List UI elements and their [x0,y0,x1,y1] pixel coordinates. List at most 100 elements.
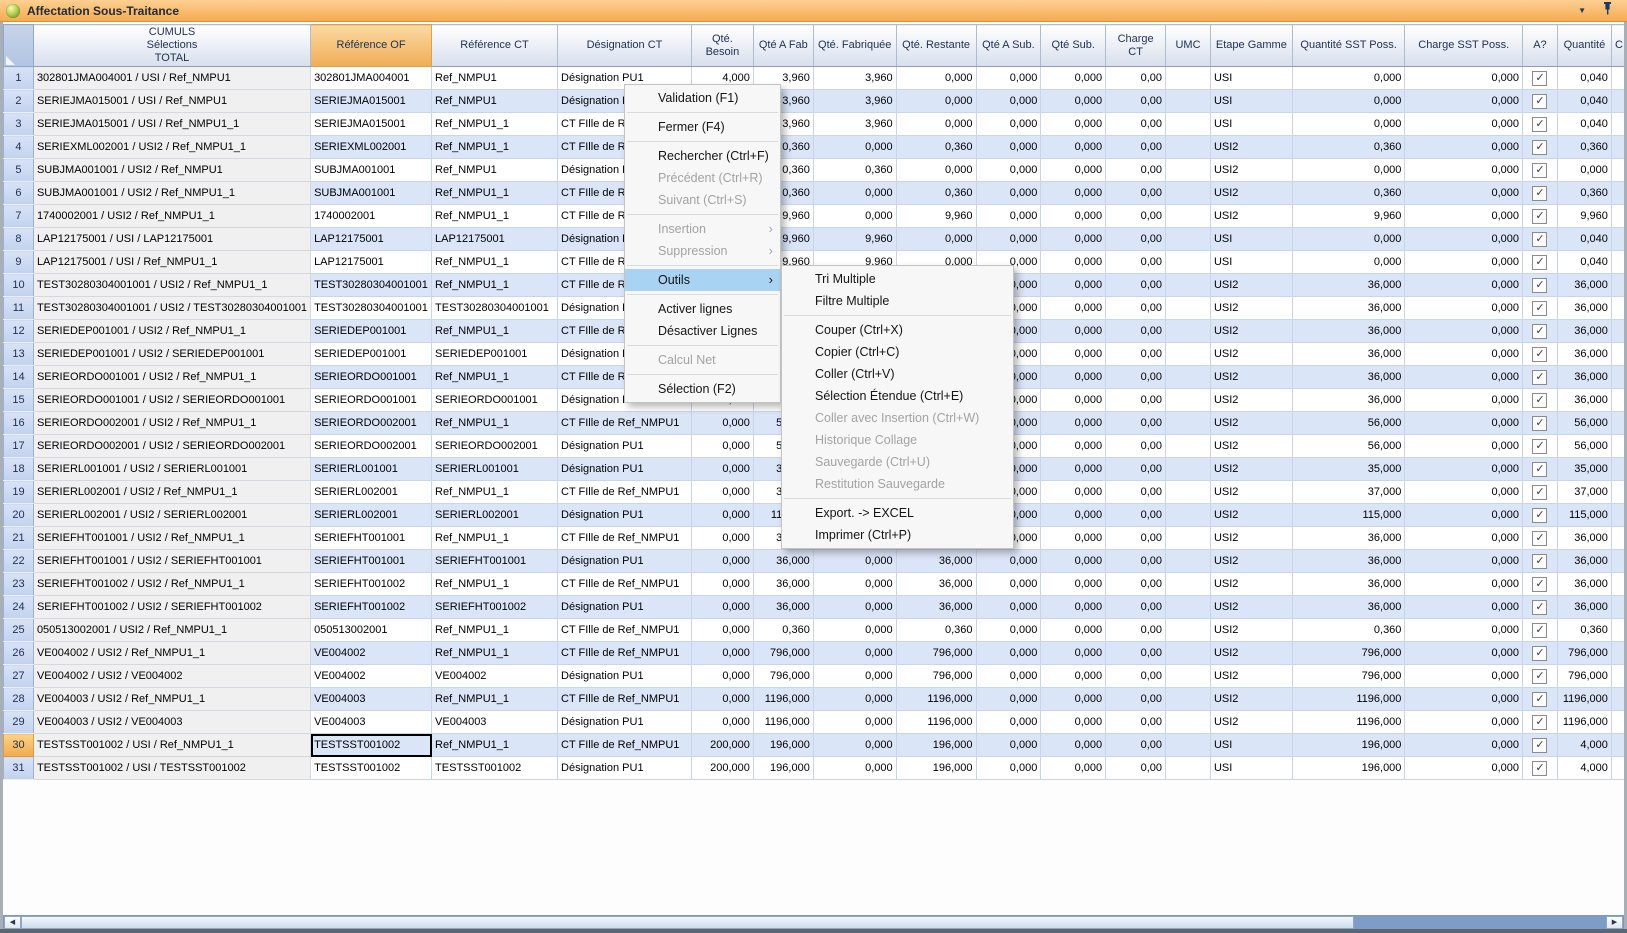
cell-fabriquee[interactable]: 0,000 [813,711,896,734]
cell-num[interactable]: 23 [4,573,34,596]
col-header-ref_of[interactable]: Référence OF [311,25,432,67]
cell-cumuls[interactable]: SUBJMA001001 / USI2 / Ref_NMPU1 [33,159,310,182]
a-checkbox[interactable]: ✓ [1532,232,1547,247]
cell-ref_of[interactable]: VE004002 [311,665,432,688]
cell-umc[interactable] [1166,297,1211,320]
cell-etape[interactable]: USI2 [1210,159,1292,182]
menu-item-couper[interactable]: Couper (Ctrl+X) [782,319,1013,341]
cell-cumuls[interactable]: SERIEFHT001002 / USI2 / Ref_NMPU1_1 [33,573,310,596]
cell-cumuls[interactable]: SERIEJMA015001 / USI / Ref_NMPU1 [33,90,310,113]
cell-restante[interactable]: 0,000 [896,90,976,113]
cell-qte_sst[interactable]: 0,360 [1292,619,1405,642]
cell-fabriquee[interactable]: 3,960 [813,67,896,90]
cell-designation[interactable]: CT FIlle de Ref_NMPU1 [558,481,692,504]
menu-item-activer-lignes[interactable]: Activer lignes [625,298,780,320]
cell-quantite[interactable]: 0,040 [1557,251,1611,274]
cell-a_sub[interactable]: 0,000 [976,228,1041,251]
cell-restante[interactable]: 0,360 [896,182,976,205]
cell-quantite[interactable]: 56,000 [1557,435,1611,458]
cell-ref_ct[interactable]: VE004002 [432,665,558,688]
cell-qte_sst[interactable]: 36,000 [1292,596,1405,619]
cell-charge_ct[interactable]: 0,00 [1106,366,1166,389]
menu-item-filtre-multiple[interactable]: Filtre Multiple [782,290,1013,312]
cell-besoin[interactable]: 0,000 [691,550,753,573]
cell-restante[interactable]: 36,000 [896,573,976,596]
cell-num[interactable]: 21 [4,527,34,550]
cell-cumuls[interactable]: SERIERL002001 / USI2 / SERIERL002001 [33,504,310,527]
cell-cumuls[interactable]: SERIERL001001 / USI2 / SERIERL001001 [33,458,310,481]
cell-qte_sst[interactable]: 36,000 [1292,573,1405,596]
cell-sub[interactable]: 0,000 [1041,274,1106,297]
col-header-etape[interactable]: Etape Gamme [1210,25,1292,67]
cell-cumuls[interactable]: LAP12175001 / USI / Ref_NMPU1_1 [33,251,310,274]
cell-quantite[interactable]: 0,360 [1557,182,1611,205]
cell-qte_sst[interactable]: 0,000 [1292,228,1405,251]
cell-restante[interactable]: 0,360 [896,619,976,642]
cell-designation[interactable]: Désignation PU1 [558,711,692,734]
cell-etape[interactable]: USI2 [1210,389,1292,412]
cell-sub[interactable]: 0,000 [1041,619,1106,642]
cell-a_sub[interactable]: 0,000 [976,205,1041,228]
a-checkbox[interactable]: ✓ [1532,738,1547,753]
cell-ref_ct[interactable]: SERIEFHT001001 [432,550,558,573]
cell-num[interactable]: 13 [4,343,34,366]
cell-ref_of[interactable]: SERIEFHT001001 [311,550,432,573]
cell-quantite[interactable]: 56,000 [1557,412,1611,435]
col-header-a[interactable]: A? [1523,25,1558,67]
cell-num[interactable]: 19 [4,481,34,504]
cell-charge_sst[interactable]: 0,000 [1405,435,1523,458]
cell-cumuls[interactable]: SERIEDEP001001 / USI2 / Ref_NMPU1_1 [33,320,310,343]
cell-num[interactable]: 4 [4,136,34,159]
cell-besoin[interactable]: 0,000 [691,619,753,642]
menu-item-imprimer[interactable]: Imprimer (Ctrl+P) [782,524,1013,546]
cell-ref_of[interactable]: SERIEORDO001001 [311,389,432,412]
a-checkbox[interactable]: ✓ [1532,140,1547,155]
cell-besoin[interactable]: 0,000 [691,435,753,458]
cell-a_sub[interactable]: 0,000 [976,734,1041,757]
cell-fabriquee[interactable]: 0,000 [813,734,896,757]
cell-ref_of[interactable]: SERIEDEP001001 [311,320,432,343]
cell-a[interactable]: ✓ [1523,113,1558,136]
cell-ref_ct[interactable]: Ref_NMPU1_1 [432,366,558,389]
cell-qte_sst[interactable]: 36,000 [1292,527,1405,550]
cell-cumuls[interactable]: SERIEFHT001002 / USI2 / SERIEFHT001002 [33,596,310,619]
cell-quantite[interactable]: 0,040 [1557,67,1611,90]
cell-quantite[interactable]: 36,000 [1557,389,1611,412]
cell-cumuls[interactable]: VE004003 / USI2 / Ref_NMPU1_1 [33,688,310,711]
cell-etape[interactable]: USI [1210,734,1292,757]
cell-ref_ct[interactable]: VE004003 [432,711,558,734]
cell-ref_ct[interactable]: Ref_NMPU1_1 [432,573,558,596]
cell-charge_ct[interactable]: 0,00 [1106,412,1166,435]
cell-charge_ct[interactable]: 0,00 [1106,665,1166,688]
cell-ref_of[interactable]: SERIEFHT001001 [311,527,432,550]
cell-quantite[interactable]: 37,000 [1557,481,1611,504]
cell-restante[interactable]: 0,000 [896,67,976,90]
cell-a[interactable]: ✓ [1523,343,1558,366]
cell-num[interactable]: 12 [4,320,34,343]
cell-a[interactable]: ✓ [1523,481,1558,504]
cell-cumuls[interactable]: VE004002 / USI2 / VE004002 [33,665,310,688]
cell-ref_of[interactable]: SERIEDEP001001 [311,343,432,366]
cell-ref_of[interactable]: VE004003 [311,711,432,734]
cell-quantite[interactable]: 1196,000 [1557,688,1611,711]
a-checkbox[interactable]: ✓ [1532,715,1547,730]
cell-qte_sst[interactable]: 0,000 [1292,251,1405,274]
cell-sub[interactable]: 0,000 [1041,481,1106,504]
cell-charge_sst[interactable]: 0,000 [1405,182,1523,205]
menu-item-outils[interactable]: Outils› [625,269,780,291]
cell-quantite[interactable]: 0,040 [1557,113,1611,136]
cell-ref_of[interactable]: SERIEJMA015001 [311,90,432,113]
cell-etape[interactable]: USI2 [1210,458,1292,481]
cell-ref_ct[interactable]: Ref_NMPU1_1 [432,619,558,642]
cell-ref_of[interactable]: TEST30280304001001 [311,274,432,297]
cell-charge_sst[interactable]: 0,000 [1405,734,1523,757]
a-checkbox[interactable]: ✓ [1532,117,1547,132]
cell-charge_sst[interactable]: 0,000 [1405,320,1523,343]
cell-num[interactable]: 1 [4,67,34,90]
cell-umc[interactable] [1166,481,1211,504]
menu-item-validation[interactable]: Validation (F1) [625,87,780,109]
cell-cumuls[interactable]: SERIEFHT001001 / USI2 / Ref_NMPU1_1 [33,527,310,550]
cell-a[interactable]: ✓ [1523,619,1558,642]
cell-etape[interactable]: USI [1210,113,1292,136]
cell-cumuls[interactable]: SUBJMA001001 / USI2 / Ref_NMPU1_1 [33,182,310,205]
